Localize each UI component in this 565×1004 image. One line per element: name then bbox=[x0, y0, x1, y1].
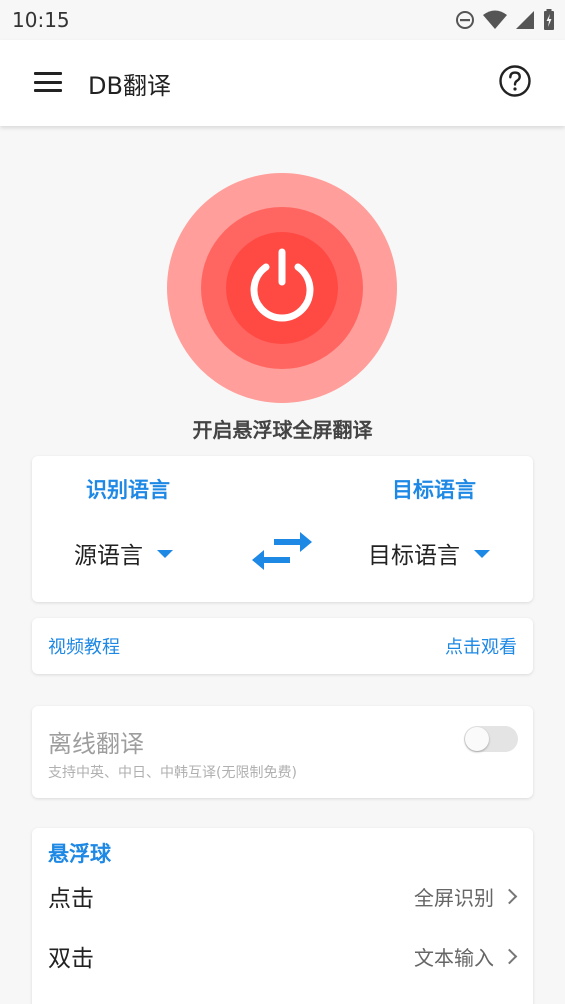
floating-ball-card: 悬浮球 点击 全屏识别 双击 文本输入 bbox=[32, 828, 533, 1004]
row-value: 全屏识别 bbox=[414, 885, 494, 910]
offline-subtitle: 支持中英、中日、中韩互译(无限制免费) bbox=[48, 765, 297, 781]
target-language-heading: 目标语言 bbox=[392, 478, 476, 502]
floating-ball-row-double-click[interactable]: 双击 文本输入 bbox=[32, 928, 533, 984]
video-watch-link[interactable]: 点击观看 bbox=[445, 633, 517, 659]
app-bar: DB翻译 bbox=[0, 40, 565, 126]
signal-icon bbox=[516, 11, 534, 29]
source-language-value: 源语言 bbox=[74, 543, 143, 569]
toggle-knob bbox=[465, 727, 489, 751]
caret-down-icon bbox=[474, 550, 490, 558]
floating-ball-row-click[interactable]: 点击 全屏识别 bbox=[32, 868, 533, 924]
status-icons bbox=[455, 9, 555, 31]
status-time: 10:15 bbox=[12, 8, 70, 32]
source-language-heading: 识别语言 bbox=[86, 478, 170, 502]
chevron-right-icon bbox=[501, 888, 518, 904]
swap-icon[interactable] bbox=[252, 528, 312, 574]
help-icon[interactable] bbox=[498, 64, 532, 98]
target-language-value: 目标语言 bbox=[368, 543, 460, 569]
status-bar: 10:15 bbox=[0, 0, 565, 40]
power-button[interactable] bbox=[166, 172, 398, 404]
video-tutorial-label: 视频教程 bbox=[48, 637, 120, 658]
offline-title: 离线翻译 bbox=[48, 730, 144, 758]
language-card: 识别语言 目标语言 源语言 目标语言 bbox=[32, 456, 533, 602]
caret-down-icon bbox=[157, 550, 173, 558]
power-label: 开启悬浮球全屏翻译 bbox=[192, 418, 373, 442]
video-tutorial-card[interactable]: 视频教程 点击观看 bbox=[32, 618, 533, 674]
offline-translation-card: 离线翻译 支持中英、中日、中韩互译(无限制免费) bbox=[32, 706, 533, 798]
row-key: 双击 bbox=[48, 946, 94, 972]
menu-icon[interactable] bbox=[34, 70, 62, 94]
target-language-select[interactable]: 目标语言 bbox=[368, 536, 490, 570]
wifi-icon bbox=[483, 10, 507, 29]
chevron-right-icon bbox=[501, 948, 518, 964]
row-key: 点击 bbox=[48, 886, 94, 912]
source-language-select[interactable]: 源语言 bbox=[74, 536, 173, 570]
row-value: 文本输入 bbox=[414, 945, 494, 970]
floating-ball-title: 悬浮球 bbox=[48, 842, 111, 866]
dnd-icon bbox=[456, 11, 474, 29]
battery-icon bbox=[544, 9, 554, 30]
app-title: DB翻译 bbox=[88, 72, 171, 100]
offline-toggle[interactable] bbox=[464, 726, 518, 752]
